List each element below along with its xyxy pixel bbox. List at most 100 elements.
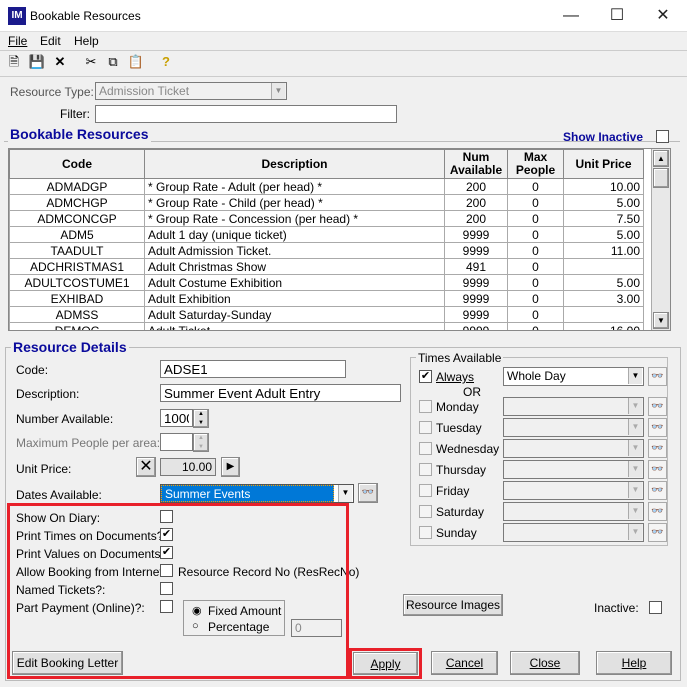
table-cell: 0 (507, 258, 564, 275)
table-cell: 0 (507, 290, 564, 307)
minimize-button[interactable]: — (548, 0, 594, 32)
filter-input[interactable] (95, 105, 397, 123)
table-row[interactable]: ADMADGP * Group Rate - Adult (per head) *… (9, 178, 644, 195)
column-header-code[interactable]: Code (9, 149, 145, 179)
table-row[interactable]: ADULTCOSTUME1 Adult Costume Exhibition 999… (9, 274, 644, 291)
wednesday-checkbox[interactable] (419, 442, 432, 455)
sunday-checkbox[interactable] (419, 526, 432, 539)
table-row[interactable]: TAADULT Adult Admission Ticket. 9999 0 11.00 (9, 242, 644, 259)
chevron-down-icon: ▼ (628, 398, 642, 414)
tuesday-checkbox[interactable] (419, 421, 432, 434)
table-cell: DEMOC (9, 322, 145, 330)
saturday-time-select: ▼ (503, 502, 644, 521)
glasses-icon: 👓 (648, 460, 667, 479)
delete-icon[interactable]: ✕ (51, 53, 69, 71)
thursday-checkbox[interactable] (419, 463, 432, 476)
table-cell: 9999 (444, 226, 508, 243)
table-cell: 9999 (444, 290, 508, 307)
cancel-button[interactable]: Cancel (431, 651, 498, 675)
maximize-button[interactable]: ☐ (594, 0, 640, 32)
monday-checkbox[interactable] (419, 400, 432, 413)
table-row[interactable]: DEMOC Adult Ticket 9999 0 16.00 (9, 322, 644, 330)
friday-checkbox[interactable] (419, 484, 432, 497)
column-header-description[interactable]: Description (144, 149, 445, 179)
monday-label: Monday (436, 400, 479, 414)
always-time-select[interactable]: Whole Day ▼ (503, 367, 644, 386)
save-icon[interactable]: 💾 (28, 53, 46, 71)
table-cell: 0 (507, 210, 564, 227)
column-header-max-people[interactable]: Max People (507, 149, 564, 179)
table-cell: Adult Costume Exhibition (144, 274, 445, 291)
filter-label: Filter: (60, 107, 90, 121)
always-label: Always (436, 370, 475, 384)
menu-file[interactable]: File (8, 34, 27, 48)
table-row[interactable]: ADMCHGP * Group Rate - Child (per head) *… (9, 194, 644, 211)
number-available-input[interactable] (160, 409, 193, 427)
copy-icon[interactable]: ⧉ (104, 53, 122, 71)
cut-icon[interactable]: ✂ (82, 53, 100, 71)
edit-booking-letter-button[interactable]: Edit Booking Letter (12, 651, 123, 675)
chevron-down-icon: ▼ (628, 440, 642, 456)
friday-time-select: ▼ (503, 481, 644, 500)
scroll-thumb[interactable] (653, 168, 669, 188)
table-cell: 0 (507, 194, 564, 211)
table-cell: Adult Saturday-Sunday (144, 306, 445, 323)
unit-price-label: Unit Price: (16, 462, 72, 476)
column-header-num-available[interactable]: Num Available (444, 149, 508, 179)
table-row[interactable]: ADMCONCGP * Group Rate - Concession (per … (9, 210, 644, 227)
chevron-down-icon: ▼ (628, 419, 642, 435)
close-button[interactable]: Close (510, 651, 580, 675)
table-row[interactable]: EXHIBAD Adult Exhibition 9999 0 3.00 (9, 290, 644, 307)
chevron-down-icon: ▼ (271, 83, 285, 99)
table-row[interactable]: ADM5 Adult 1 day (unique ticket) 9999 0 5.00 (9, 226, 644, 243)
resource-images-button[interactable]: Resource Images (403, 594, 503, 616)
chevron-down-icon: ▼ (628, 503, 642, 519)
table-cell: 5.00 (563, 274, 644, 291)
table-cell: 11.00 (563, 242, 644, 259)
resource-table-container: Code Description Num Available Max Peopl… (8, 148, 671, 331)
table-cell: ADULTCOSTUME1 (9, 274, 145, 291)
table-cell: 9999 (444, 274, 508, 291)
price-arrow-button[interactable]: ▶ (221, 457, 240, 477)
code-label: Code: (16, 363, 49, 377)
always-time-value: Whole Day (507, 369, 566, 383)
window-title: Bookable Resources (30, 9, 141, 23)
scroll-up-button[interactable]: ▲ (653, 150, 669, 167)
dates-available-label: Dates Available: (16, 488, 102, 502)
table-row[interactable]: ADMSS Adult Saturday-Sunday 9999 0 (9, 306, 644, 323)
details-title: Resource Details (11, 339, 129, 355)
paste-icon[interactable]: 📋 (127, 53, 145, 71)
number-available-stepper[interactable]: ▲ ▼ (193, 409, 209, 428)
thursday-label: Thursday (436, 463, 487, 477)
table-cell: 10.00 (563, 178, 644, 195)
dates-lookup-button[interactable]: 👓 (358, 483, 378, 503)
table-row[interactable]: ADCHRISTMAS1 Adult Christmas Show 491 0 (9, 258, 644, 275)
help-button[interactable]: Help (596, 651, 672, 675)
unit-price-field: 10.00 (160, 458, 216, 476)
glasses-icon: 👓 (648, 481, 667, 500)
table-cell: Adult Admission Ticket. (144, 242, 445, 259)
clear-price-button[interactable]: ✕ (136, 457, 156, 477)
inactive-checkbox[interactable] (649, 601, 662, 614)
show-inactive-checkbox[interactable] (656, 130, 669, 143)
scroll-down-button[interactable]: ▼ (653, 312, 669, 329)
menu-edit[interactable]: Edit (40, 34, 61, 48)
menu-help[interactable]: Help (74, 34, 99, 48)
table-cell: 491 (444, 258, 508, 275)
glasses-icon: 👓 (648, 439, 667, 458)
table-cell: ADMADGP (9, 178, 145, 195)
table-cell: EXHIBAD (9, 290, 145, 307)
close-window-button[interactable]: ✕ (640, 0, 686, 32)
always-checkbox[interactable]: ✔ (419, 370, 432, 383)
table-scrollbar[interactable]: ▲ ▼ (651, 149, 670, 330)
help-icon[interactable]: ? (157, 53, 175, 71)
resource-type-label: Resource Type: (10, 85, 94, 99)
code-input[interactable] (160, 360, 346, 378)
table-cell: ADMCONCGP (9, 210, 145, 227)
column-header-unit-price[interactable]: Unit Price (563, 149, 644, 179)
saturday-checkbox[interactable] (419, 505, 432, 518)
new-icon[interactable]: 🗎 (5, 53, 23, 71)
description-input[interactable] (160, 384, 401, 402)
dates-available-select[interactable]: Summer Events ▼ (160, 484, 354, 503)
sunday-time-select: ▼ (503, 523, 644, 542)
